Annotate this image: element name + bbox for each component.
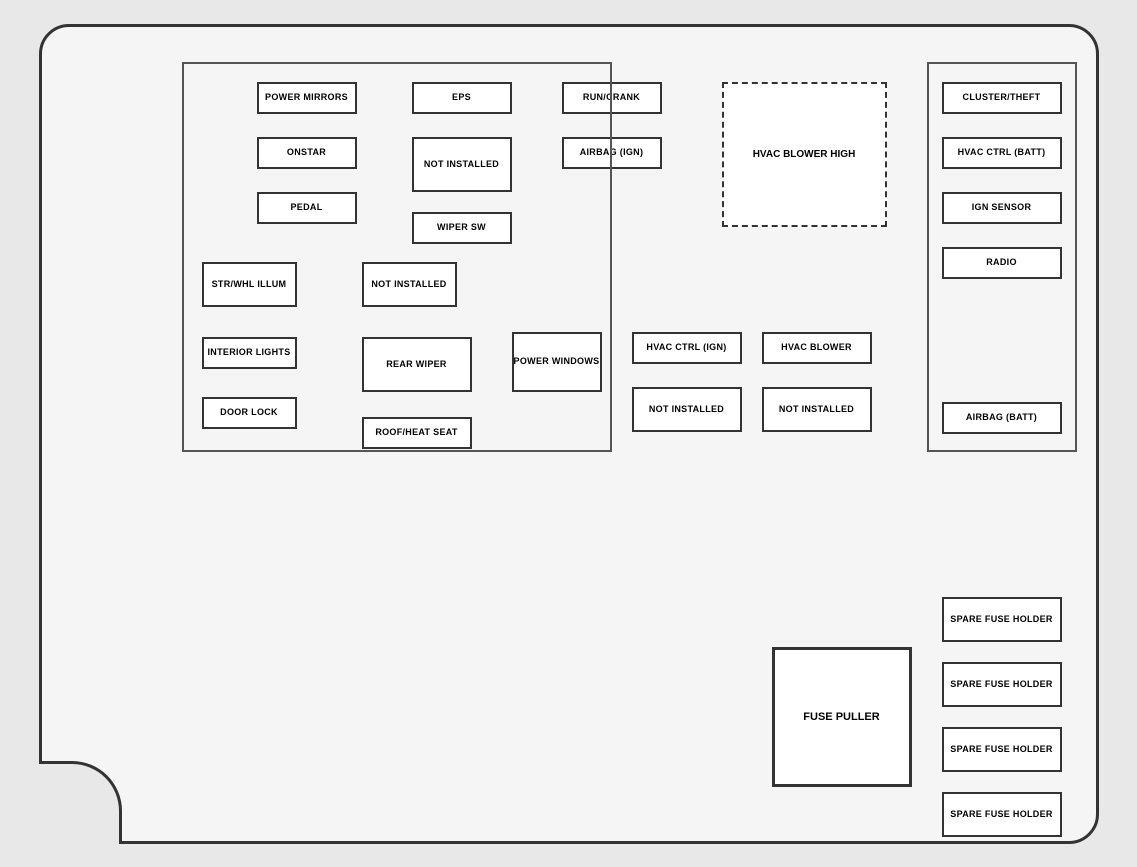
hvac-blower-high-box: HVAC BLOWER HIGH <box>722 82 887 227</box>
fuse-puller-box: FUSE PULLER <box>772 647 912 787</box>
fuse-box-container: HVAC BLOWER HIGHFUSE PULLERPOWER MIRRORS… <box>39 24 1099 844</box>
left-group-border <box>182 62 612 452</box>
fuse-spare-fuse-1: SPARE FUSE HOLDER <box>942 597 1062 642</box>
fuse-spare-fuse-2: SPARE FUSE HOLDER <box>942 662 1062 707</box>
fuse-spare-fuse-4: SPARE FUSE HOLDER <box>942 792 1062 837</box>
fuse-box-inner: HVAC BLOWER HIGHFUSE PULLERPOWER MIRRORS… <box>42 27 1096 841</box>
fuse-not-installed-4: NOT INSTALLED <box>762 387 872 432</box>
fuse-not-installed-3: NOT INSTALLED <box>632 387 742 432</box>
right-group-border <box>927 62 1077 452</box>
fuse-spare-fuse-3: SPARE FUSE HOLDER <box>942 727 1062 772</box>
fuse-hvac-ctrl-ign: HVAC CTRL (IGN) <box>632 332 742 364</box>
fuse-hvac-blower: HVAC BLOWER <box>762 332 872 364</box>
